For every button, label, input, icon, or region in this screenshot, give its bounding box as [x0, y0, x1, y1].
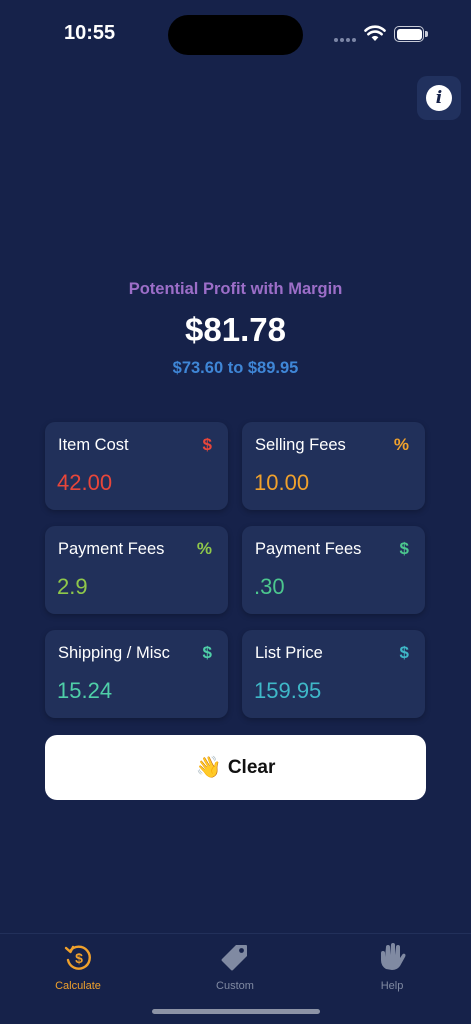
svg-text:$: $ [75, 950, 83, 966]
shipping-misc-input[interactable]: 15.24 [57, 678, 112, 704]
signal-dots-icon [334, 38, 358, 42]
waving-hand-icon: 👋 [195, 755, 222, 779]
battery-icon [394, 26, 428, 43]
item-cost-input[interactable]: 42.00 [57, 470, 112, 496]
selling-fees-card[interactable]: Selling Fees % 10.00 [242, 422, 425, 510]
info-button[interactable]: i [417, 76, 461, 120]
payment-fees-fixed-card[interactable]: Payment Fees $ .30 [242, 526, 425, 614]
profit-value: $81.78 [185, 311, 286, 348]
tab-help[interactable]: Help [342, 942, 442, 994]
clear-button-label: Clear [227, 756, 276, 778]
payment-fees-percent-card[interactable]: Payment Fees % 2.9 [45, 526, 228, 614]
info-icon: i [426, 85, 452, 111]
wifi-icon [364, 25, 386, 41]
field-label: Shipping / Misc [58, 644, 170, 662]
field-unit: $ [399, 643, 409, 662]
profit-summary: Potential Profit with Margin $81.78 $73.… [0, 278, 471, 379]
field-label: Item Cost [58, 436, 129, 454]
field-unit: $ [202, 643, 212, 662]
profit-label: Potential Profit with Margin [128, 280, 343, 298]
tab-custom[interactable]: Custom [185, 942, 285, 994]
list-price-input[interactable]: 159.95 [254, 678, 321, 704]
payment-fees-fixed-input[interactable]: .30 [254, 574, 285, 600]
profit-range: $73.60 to $89.95 [172, 359, 299, 377]
tag-icon [221, 945, 247, 971]
selling-fees-input[interactable]: 10.00 [254, 470, 309, 496]
home-indicator [152, 1009, 320, 1014]
waving-hand-icon [381, 943, 406, 970]
payment-fees-percent-input[interactable]: 2.9 [57, 574, 88, 600]
tab-label: Custom [216, 980, 254, 992]
field-label: Payment Fees [255, 540, 362, 558]
item-cost-card[interactable]: Item Cost $ 42.00 [45, 422, 228, 510]
dynamic-island [168, 15, 303, 55]
clear-button[interactable]: 👋 Clear [45, 735, 426, 800]
field-label: Payment Fees [58, 540, 165, 558]
field-unit: % [196, 539, 212, 558]
field-unit: $ [202, 435, 212, 454]
field-unit: % [393, 435, 409, 454]
field-label: Selling Fees [255, 436, 346, 454]
tab-calculate[interactable]: $ Calculate [28, 942, 128, 994]
status-bar: 10:55 [0, 0, 471, 70]
list-price-card[interactable]: List Price $ 159.95 [242, 630, 425, 718]
status-time: 10:55 [64, 22, 116, 44]
shipping-misc-card[interactable]: Shipping / Misc $ 15.24 [45, 630, 228, 718]
field-label: List Price [255, 644, 323, 662]
field-unit: $ [399, 539, 409, 558]
tab-label: Help [380, 980, 404, 992]
dollar-refresh-icon: $ [64, 945, 91, 970]
tab-label: Calculate [55, 980, 101, 992]
